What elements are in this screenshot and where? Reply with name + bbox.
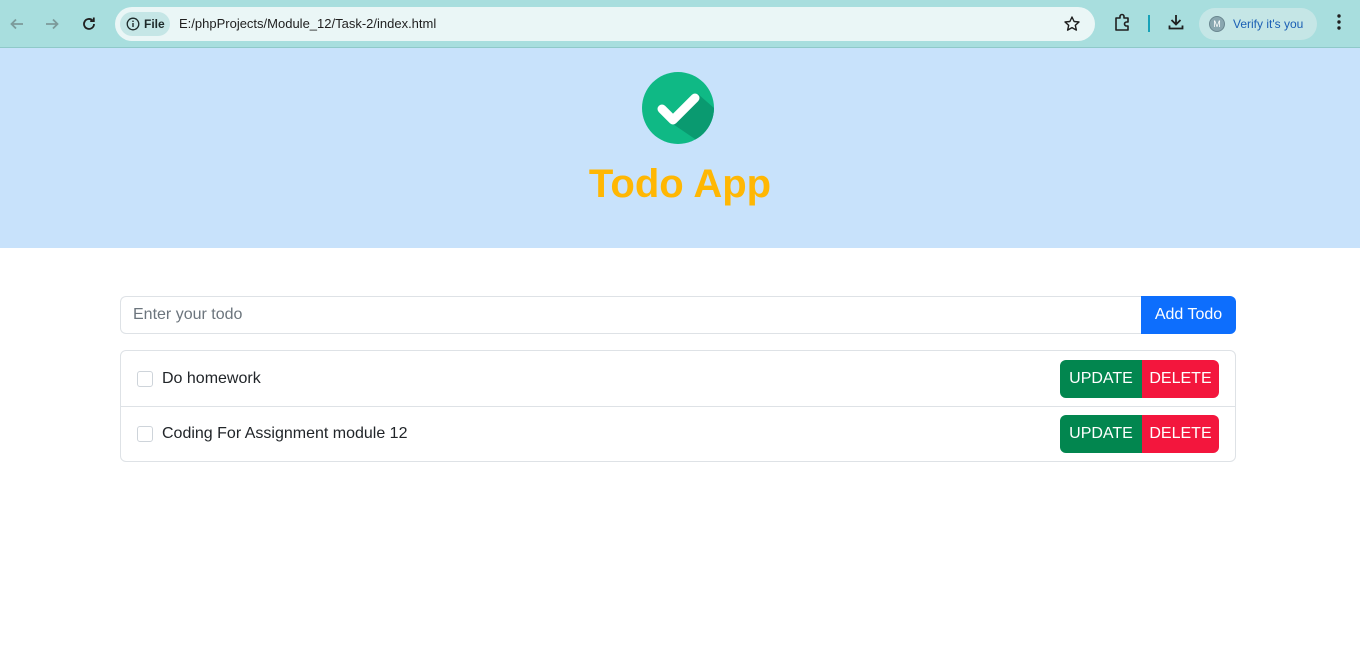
browser-toolbar: File E:/phpProjects/Module_12/Task-2/ind… bbox=[0, 0, 1360, 48]
add-todo-form: Add Todo bbox=[120, 296, 1236, 334]
checkmark-circle-icon bbox=[642, 72, 714, 144]
star-icon[interactable] bbox=[1063, 15, 1081, 33]
todo-list: Do homework UPDATE DELETE Coding For Ass… bbox=[120, 350, 1236, 462]
toolbar-separator bbox=[1148, 15, 1150, 32]
todo-text: Coding For Assignment module 12 bbox=[162, 425, 408, 442]
todo-checkbox[interactable] bbox=[137, 370, 153, 387]
page-title: Todo App bbox=[588, 162, 772, 206]
arrow-left-icon bbox=[10, 18, 23, 30]
todo-actions: UPDATE DELETE bbox=[1060, 359, 1219, 398]
puzzle-icon[interactable] bbox=[1113, 12, 1133, 32]
add-todo-button[interactable]: Add Todo bbox=[1141, 296, 1236, 334]
reload-icon bbox=[83, 17, 95, 30]
delete-button[interactable]: DELETE bbox=[1142, 359, 1219, 398]
url-text[interactable]: E:/phpProjects/Module_12/Task-2/index.ht… bbox=[179, 16, 436, 31]
update-button[interactable]: UPDATE bbox=[1060, 359, 1142, 398]
kebab-menu-icon[interactable] bbox=[1329, 12, 1349, 32]
forward-button[interactable] bbox=[38, 10, 66, 38]
profile-button[interactable]: M Verify it's you bbox=[1199, 8, 1317, 40]
todo-input[interactable] bbox=[120, 296, 1141, 334]
profile-status-text: Verify it's you bbox=[1233, 17, 1304, 31]
todo-checkbox[interactable] bbox=[137, 426, 153, 442]
address-bar[interactable]: File E:/phpProjects/Module_12/Task-2/ind… bbox=[115, 7, 1095, 41]
todo-text: Do homework bbox=[162, 369, 261, 387]
todo-item: Do homework UPDATE DELETE bbox=[121, 351, 1235, 406]
site-info-chip[interactable]: File bbox=[120, 12, 170, 36]
download-icon[interactable] bbox=[1166, 12, 1186, 32]
info-icon bbox=[126, 17, 140, 31]
file-label: File bbox=[144, 17, 165, 31]
delete-button[interactable]: DELETE bbox=[1142, 415, 1219, 453]
update-button[interactable]: UPDATE bbox=[1060, 415, 1142, 453]
avatar: M bbox=[1209, 16, 1225, 32]
todo-actions: UPDATE DELETE bbox=[1060, 415, 1219, 453]
reload-button[interactable] bbox=[75, 10, 103, 38]
arrow-right-icon bbox=[46, 18, 59, 30]
todo-item: Coding For Assignment module 12 UPDATE D… bbox=[121, 406, 1235, 461]
back-button[interactable] bbox=[3, 10, 31, 38]
app-header: Todo App bbox=[0, 48, 1360, 248]
